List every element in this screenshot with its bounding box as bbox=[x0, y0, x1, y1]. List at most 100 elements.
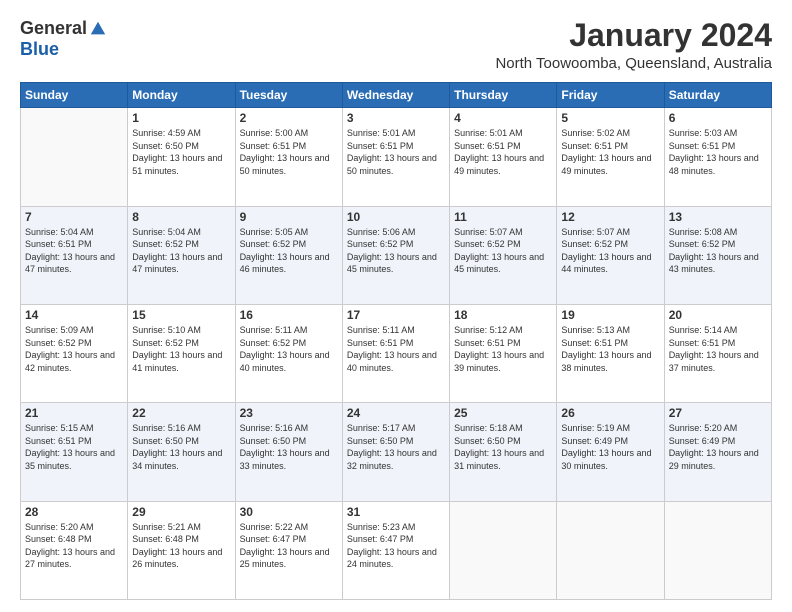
day-number: 22 bbox=[132, 406, 230, 420]
day-number: 23 bbox=[240, 406, 338, 420]
calendar-cell bbox=[21, 108, 128, 206]
col-header-monday: Monday bbox=[128, 83, 235, 108]
day-number: 13 bbox=[669, 210, 767, 224]
day-info: Sunrise: 5:16 AMSunset: 6:50 PMDaylight:… bbox=[240, 423, 330, 471]
col-header-friday: Friday bbox=[557, 83, 664, 108]
calendar-cell: 10 Sunrise: 5:06 AMSunset: 6:52 PMDaylig… bbox=[342, 206, 449, 304]
calendar-cell: 15 Sunrise: 5:10 AMSunset: 6:52 PMDaylig… bbox=[128, 304, 235, 402]
col-header-thursday: Thursday bbox=[450, 83, 557, 108]
calendar-cell: 5 Sunrise: 5:02 AMSunset: 6:51 PMDayligh… bbox=[557, 108, 664, 206]
day-info: Sunrise: 5:10 AMSunset: 6:52 PMDaylight:… bbox=[132, 325, 222, 373]
day-info: Sunrise: 5:01 AMSunset: 6:51 PMDaylight:… bbox=[347, 128, 437, 176]
logo-icon bbox=[89, 20, 107, 38]
day-number: 20 bbox=[669, 308, 767, 322]
col-header-tuesday: Tuesday bbox=[235, 83, 342, 108]
calendar-cell: 4 Sunrise: 5:01 AMSunset: 6:51 PMDayligh… bbox=[450, 108, 557, 206]
day-info: Sunrise: 5:17 AMSunset: 6:50 PMDaylight:… bbox=[347, 423, 437, 471]
calendar-cell: 2 Sunrise: 5:00 AMSunset: 6:51 PMDayligh… bbox=[235, 108, 342, 206]
day-number: 7 bbox=[25, 210, 123, 224]
day-number: 24 bbox=[347, 406, 445, 420]
day-info: Sunrise: 5:02 AMSunset: 6:51 PMDaylight:… bbox=[561, 128, 651, 176]
day-number: 16 bbox=[240, 308, 338, 322]
calendar-cell bbox=[557, 501, 664, 599]
day-info: Sunrise: 5:07 AMSunset: 6:52 PMDaylight:… bbox=[454, 227, 544, 275]
calendar-cell: 3 Sunrise: 5:01 AMSunset: 6:51 PMDayligh… bbox=[342, 108, 449, 206]
calendar-cell: 28 Sunrise: 5:20 AMSunset: 6:48 PMDaylig… bbox=[21, 501, 128, 599]
calendar-cell: 6 Sunrise: 5:03 AMSunset: 6:51 PMDayligh… bbox=[664, 108, 771, 206]
calendar-cell: 17 Sunrise: 5:11 AMSunset: 6:51 PMDaylig… bbox=[342, 304, 449, 402]
calendar-cell: 31 Sunrise: 5:23 AMSunset: 6:47 PMDaylig… bbox=[342, 501, 449, 599]
day-info: Sunrise: 5:08 AMSunset: 6:52 PMDaylight:… bbox=[669, 227, 759, 275]
day-number: 10 bbox=[347, 210, 445, 224]
day-number: 28 bbox=[25, 505, 123, 519]
calendar-cell: 29 Sunrise: 5:21 AMSunset: 6:48 PMDaylig… bbox=[128, 501, 235, 599]
calendar-cell: 30 Sunrise: 5:22 AMSunset: 6:47 PMDaylig… bbox=[235, 501, 342, 599]
calendar-cell: 14 Sunrise: 5:09 AMSunset: 6:52 PMDaylig… bbox=[21, 304, 128, 402]
day-info: Sunrise: 5:09 AMSunset: 6:52 PMDaylight:… bbox=[25, 325, 115, 373]
day-number: 19 bbox=[561, 308, 659, 322]
calendar-cell bbox=[664, 501, 771, 599]
day-info: Sunrise: 5:15 AMSunset: 6:51 PMDaylight:… bbox=[25, 423, 115, 471]
calendar-cell: 12 Sunrise: 5:07 AMSunset: 6:52 PMDaylig… bbox=[557, 206, 664, 304]
day-number: 5 bbox=[561, 111, 659, 125]
day-number: 29 bbox=[132, 505, 230, 519]
day-number: 18 bbox=[454, 308, 552, 322]
day-number: 11 bbox=[454, 210, 552, 224]
logo: General Blue bbox=[20, 18, 107, 60]
calendar-cell: 19 Sunrise: 5:13 AMSunset: 6:51 PMDaylig… bbox=[557, 304, 664, 402]
calendar-cell: 26 Sunrise: 5:19 AMSunset: 6:49 PMDaylig… bbox=[557, 403, 664, 501]
day-number: 2 bbox=[240, 111, 338, 125]
calendar-cell: 18 Sunrise: 5:12 AMSunset: 6:51 PMDaylig… bbox=[450, 304, 557, 402]
logo-general-text: General bbox=[20, 18, 87, 39]
calendar-cell: 20 Sunrise: 5:14 AMSunset: 6:51 PMDaylig… bbox=[664, 304, 771, 402]
page: General Blue January 2024 North Toowoomb… bbox=[0, 0, 792, 612]
day-number: 1 bbox=[132, 111, 230, 125]
day-number: 25 bbox=[454, 406, 552, 420]
day-info: Sunrise: 5:06 AMSunset: 6:52 PMDaylight:… bbox=[347, 227, 437, 275]
day-info: Sunrise: 5:21 AMSunset: 6:48 PMDaylight:… bbox=[132, 522, 222, 570]
calendar-table: SundayMondayTuesdayWednesdayThursdayFrid… bbox=[20, 82, 772, 600]
day-number: 27 bbox=[669, 406, 767, 420]
day-info: Sunrise: 5:14 AMSunset: 6:51 PMDaylight:… bbox=[669, 325, 759, 373]
day-info: Sunrise: 5:13 AMSunset: 6:51 PMDaylight:… bbox=[561, 325, 651, 373]
calendar-cell: 16 Sunrise: 5:11 AMSunset: 6:52 PMDaylig… bbox=[235, 304, 342, 402]
day-info: Sunrise: 5:04 AMSunset: 6:51 PMDaylight:… bbox=[25, 227, 115, 275]
calendar-cell: 1 Sunrise: 4:59 AMSunset: 6:50 PMDayligh… bbox=[128, 108, 235, 206]
day-info: Sunrise: 5:22 AMSunset: 6:47 PMDaylight:… bbox=[240, 522, 330, 570]
day-number: 26 bbox=[561, 406, 659, 420]
day-info: Sunrise: 5:07 AMSunset: 6:52 PMDaylight:… bbox=[561, 227, 651, 275]
day-info: Sunrise: 5:11 AMSunset: 6:52 PMDaylight:… bbox=[240, 325, 330, 373]
day-number: 8 bbox=[132, 210, 230, 224]
day-info: Sunrise: 5:00 AMSunset: 6:51 PMDaylight:… bbox=[240, 128, 330, 176]
day-info: Sunrise: 5:19 AMSunset: 6:49 PMDaylight:… bbox=[561, 423, 651, 471]
calendar-cell: 7 Sunrise: 5:04 AMSunset: 6:51 PMDayligh… bbox=[21, 206, 128, 304]
calendar-cell: 13 Sunrise: 5:08 AMSunset: 6:52 PMDaylig… bbox=[664, 206, 771, 304]
calendar-cell: 21 Sunrise: 5:15 AMSunset: 6:51 PMDaylig… bbox=[21, 403, 128, 501]
day-info: Sunrise: 5:20 AMSunset: 6:48 PMDaylight:… bbox=[25, 522, 115, 570]
day-number: 21 bbox=[25, 406, 123, 420]
day-info: Sunrise: 5:04 AMSunset: 6:52 PMDaylight:… bbox=[132, 227, 222, 275]
day-number: 12 bbox=[561, 210, 659, 224]
col-header-sunday: Sunday bbox=[21, 83, 128, 108]
calendar-cell: 27 Sunrise: 5:20 AMSunset: 6:49 PMDaylig… bbox=[664, 403, 771, 501]
day-info: Sunrise: 5:03 AMSunset: 6:51 PMDaylight:… bbox=[669, 128, 759, 176]
day-number: 15 bbox=[132, 308, 230, 322]
calendar-cell: 24 Sunrise: 5:17 AMSunset: 6:50 PMDaylig… bbox=[342, 403, 449, 501]
day-info: Sunrise: 5:23 AMSunset: 6:47 PMDaylight:… bbox=[347, 522, 437, 570]
day-number: 3 bbox=[347, 111, 445, 125]
day-info: Sunrise: 5:12 AMSunset: 6:51 PMDaylight:… bbox=[454, 325, 544, 373]
calendar-cell bbox=[450, 501, 557, 599]
calendar-cell: 9 Sunrise: 5:05 AMSunset: 6:52 PMDayligh… bbox=[235, 206, 342, 304]
day-number: 14 bbox=[25, 308, 123, 322]
col-header-saturday: Saturday bbox=[664, 83, 771, 108]
day-number: 9 bbox=[240, 210, 338, 224]
day-info: Sunrise: 5:01 AMSunset: 6:51 PMDaylight:… bbox=[454, 128, 544, 176]
day-number: 17 bbox=[347, 308, 445, 322]
day-info: Sunrise: 5:20 AMSunset: 6:49 PMDaylight:… bbox=[669, 423, 759, 471]
day-info: Sunrise: 5:11 AMSunset: 6:51 PMDaylight:… bbox=[347, 325, 437, 373]
day-number: 4 bbox=[454, 111, 552, 125]
calendar-cell: 22 Sunrise: 5:16 AMSunset: 6:50 PMDaylig… bbox=[128, 403, 235, 501]
calendar-cell: 8 Sunrise: 5:04 AMSunset: 6:52 PMDayligh… bbox=[128, 206, 235, 304]
subtitle: North Toowoomba, Queensland, Australia bbox=[495, 55, 772, 72]
calendar-cell: 23 Sunrise: 5:16 AMSunset: 6:50 PMDaylig… bbox=[235, 403, 342, 501]
